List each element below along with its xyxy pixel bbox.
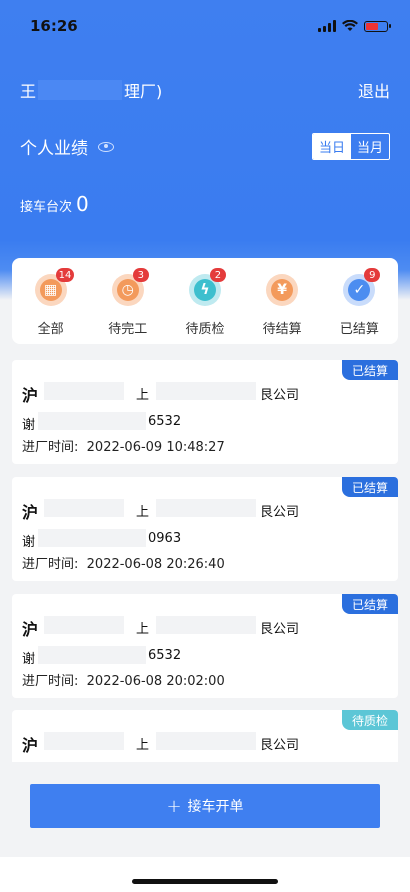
category-label: 已结算 [339, 322, 379, 337]
company-suffix: 艮公司 [260, 738, 300, 753]
order-card[interactable]: 待质检 沪 上 艮公司 [12, 710, 398, 770]
user-name-suffix: 理厂) [124, 82, 163, 101]
eye-icon[interactable] [98, 141, 114, 152]
category-settled[interactable]: ✓ 9 已结算 [324, 268, 394, 337]
category-label: 待完工 [108, 322, 148, 337]
phone: 6532 [148, 414, 182, 429]
plate: 沪 [22, 503, 39, 522]
category-label: 全部 [37, 322, 64, 337]
reception-count-label: 接车台次 [20, 200, 73, 215]
battery-icon [364, 20, 391, 32]
redacted-block [156, 382, 256, 400]
home-indicator[interactable] [132, 879, 278, 884]
plate: 沪 [22, 386, 39, 405]
time-label: 进厂时间: [22, 557, 79, 572]
reception-count-value: 0 [76, 192, 89, 216]
status-tag: 待质检 [342, 710, 398, 730]
redacted-block [156, 616, 256, 634]
signal-icon [318, 20, 336, 32]
company-prefix: 上 [136, 738, 150, 753]
redacted-block [38, 646, 146, 664]
plate: 沪 [22, 736, 39, 755]
plate: 沪 [22, 620, 39, 639]
status-tag: 已结算 [342, 477, 398, 497]
redacted-block [156, 732, 256, 750]
owner: 谢 [22, 418, 36, 433]
yen-icon: ¥ [266, 274, 299, 306]
status-icons [318, 20, 391, 32]
redacted-block [44, 499, 124, 517]
category-pending-qc[interactable]: ϟ 2 待质检 [170, 268, 240, 337]
owner: 谢 [22, 535, 36, 550]
logout-button[interactable]: 退出 [358, 78, 390, 102]
category-label: 待质检 [185, 322, 225, 337]
redacted-block [38, 80, 123, 100]
company-suffix: 艮公司 [260, 505, 300, 520]
redacted-block [44, 732, 124, 750]
badge-all: 14 [55, 268, 75, 282]
status-time: 16:26 [30, 17, 78, 35]
plus-icon: + [166, 795, 182, 817]
redacted-block [44, 616, 124, 634]
company-suffix: 艮公司 [260, 388, 300, 403]
new-order-label: 接车开单 [187, 799, 244, 815]
entry-time: 2022-06-08 20:26:40 [86, 557, 225, 572]
entry-time: 2022-06-08 20:02:00 [86, 674, 225, 689]
status-bar: 16:26 [30, 14, 391, 38]
category-pending-settle[interactable]: ¥ 待结算 [247, 274, 317, 337]
company-suffix: 艮公司 [260, 622, 300, 637]
reception-count: 接车台次 0 [20, 192, 89, 216]
order-card[interactable]: 已结算 沪 上 艮公司 谢 6532 进厂时间: 2022-06-08 20:0… [12, 594, 398, 698]
redacted-block [38, 412, 146, 430]
order-card[interactable]: 已结算 沪 上 艮公司 谢 6532 进厂时间: 2022-06-09 10:4… [12, 360, 398, 464]
badge-pending-qc: 2 [209, 268, 226, 282]
home-indicator-area [0, 857, 410, 892]
period-toggle: 当日 当月 [311, 133, 390, 160]
company-prefix: 上 [136, 505, 150, 520]
category-all[interactable]: ▦ 14 全部 [16, 268, 86, 337]
order-card[interactable]: 已结算 沪 上 艮公司 谢 0963 进厂时间: 2022-06-08 20:2… [12, 477, 398, 581]
category-label: 待结算 [262, 322, 302, 337]
entry-time: 2022-06-09 10:48:27 [86, 440, 225, 455]
redacted-block [156, 499, 256, 517]
user-row: 王 理厂) 退出 [20, 78, 390, 102]
status-tag: 已结算 [342, 360, 398, 380]
time-label: 进厂时间: [22, 674, 79, 689]
redacted-block [38, 529, 146, 547]
phone: 0963 [148, 531, 182, 546]
category-pending-complete[interactable]: ◷ 3 待完工 [93, 268, 163, 337]
user-name-prefix: 王 [20, 82, 37, 101]
wifi-icon [342, 20, 358, 31]
category-panel: ▦ 14 全部 ◷ 3 待完工 ϟ 2 待质检 ¥ 待结算 ✓ 9 已结算 [12, 258, 398, 344]
phone: 6532 [148, 648, 182, 663]
company-prefix: 上 [136, 622, 150, 637]
toggle-month[interactable]: 当月 [351, 134, 389, 159]
toggle-day[interactable]: 当日 [312, 134, 351, 159]
redacted-block [44, 382, 124, 400]
status-tag: 已结算 [342, 594, 398, 614]
company-prefix: 上 [136, 388, 150, 403]
time-label: 进厂时间: [22, 440, 79, 455]
new-order-button[interactable]: + 接车开单 [30, 784, 380, 828]
performance-row: 个人业绩 当日 当月 [20, 133, 390, 160]
user-name: 王 理厂) [20, 78, 162, 102]
badge-settled: 9 [364, 268, 381, 282]
badge-pending-complete: 3 [132, 268, 149, 282]
performance-title: 个人业绩 [20, 139, 88, 159]
owner: 谢 [22, 652, 36, 667]
